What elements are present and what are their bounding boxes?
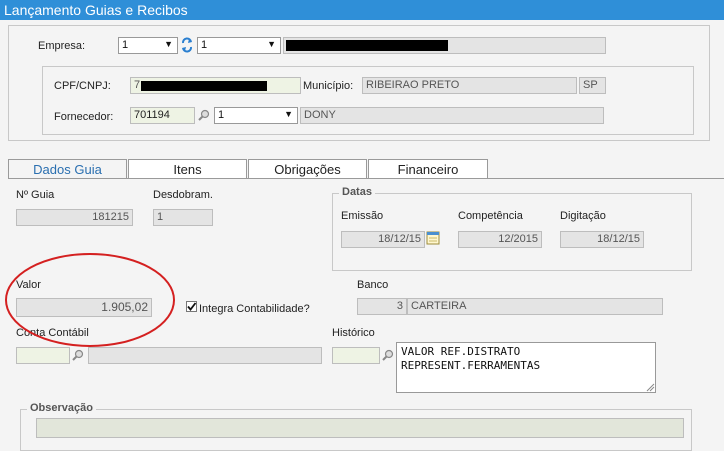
cpf-label: CPF/CNPJ: (54, 80, 111, 92)
search-icon[interactable] (198, 109, 210, 121)
emissao-field[interactable]: 18/12/15 (341, 231, 425, 248)
chevron-down-icon: ▼ (267, 39, 276, 49)
search-icon[interactable] (382, 349, 394, 361)
uf-field: SP (579, 77, 606, 94)
banco-code-field[interactable]: 3 (357, 298, 407, 315)
municipio-label: Município: (303, 80, 354, 92)
calendar-icon[interactable] (426, 230, 440, 245)
cpf-field[interactable]: 7 (130, 77, 301, 94)
fornecedor-name-field: DONY (300, 107, 604, 124)
digitacao-label: Digitação (560, 210, 606, 222)
observacao-field[interactable] (36, 418, 684, 438)
numero-guia-label: Nº Guia (16, 189, 55, 201)
redaction-bar (141, 81, 267, 91)
cpf-value: 7 (134, 79, 141, 91)
tab-divider (8, 178, 724, 179)
competencia-field[interactable]: 12/2015 (458, 231, 542, 248)
historico-textarea[interactable]: VALOR REF.DISTRATO REPRESENT.FERRAMENTAS (396, 342, 656, 393)
filial-select-value: 1 (201, 39, 208, 51)
desdobram-label: Desdobram. (153, 189, 213, 201)
empresa-name-field (283, 37, 606, 54)
annotation-circle (5, 253, 175, 347)
resize-handle-icon[interactable] (645, 382, 655, 392)
historico-code-field[interactable] (332, 347, 380, 364)
chevron-down-icon: ▼ (164, 39, 173, 49)
emissao-label: Emissão (341, 210, 384, 222)
numero-guia-field[interactable]: 181215 (16, 209, 133, 226)
refresh-icon[interactable] (180, 37, 194, 53)
fornecedor-code-field[interactable]: 701194 (130, 107, 195, 124)
empresa-select-value: 1 (122, 39, 129, 51)
window-titlebar: Lançamento Guias e Recibos (0, 0, 724, 20)
banco-label: Banco (357, 279, 389, 291)
tab-dados-guia[interactable]: Dados Guia (8, 159, 127, 178)
desdobram-field[interactable]: 1 (153, 209, 213, 226)
fornecedor-select[interactable]: 1 ▼ (214, 107, 298, 124)
empresa-select[interactable]: 1 ▼ (118, 37, 178, 54)
fornecedor-select-value: 1 (218, 109, 225, 121)
redaction-bar (286, 40, 448, 51)
chevron-down-icon: ▼ (284, 109, 293, 119)
datas-legend: Datas (339, 186, 375, 198)
municipio-field: RIBEIRAO PRETO (362, 77, 577, 94)
observacao-legend: Observação (27, 402, 96, 414)
filial-select[interactable]: 1 ▼ (197, 37, 281, 54)
competencia-label: Competência (458, 210, 523, 222)
fornecedor-label: Fornecedor: (54, 111, 114, 123)
integra-label: Integra Contabilidade? (199, 303, 310, 315)
tab-obrigacoes[interactable]: Obrigações (248, 159, 367, 178)
banco-name-field: CARTEIRA (407, 298, 663, 315)
historico-label: Histórico (332, 327, 375, 339)
tab-itens[interactable]: Itens (128, 159, 247, 178)
window-title: Lançamento Guias e Recibos (4, 2, 188, 18)
empresa-label: Empresa: (38, 40, 86, 52)
tab-financeiro[interactable]: Financeiro (368, 159, 488, 178)
digitacao-field: 18/12/15 (560, 231, 644, 248)
